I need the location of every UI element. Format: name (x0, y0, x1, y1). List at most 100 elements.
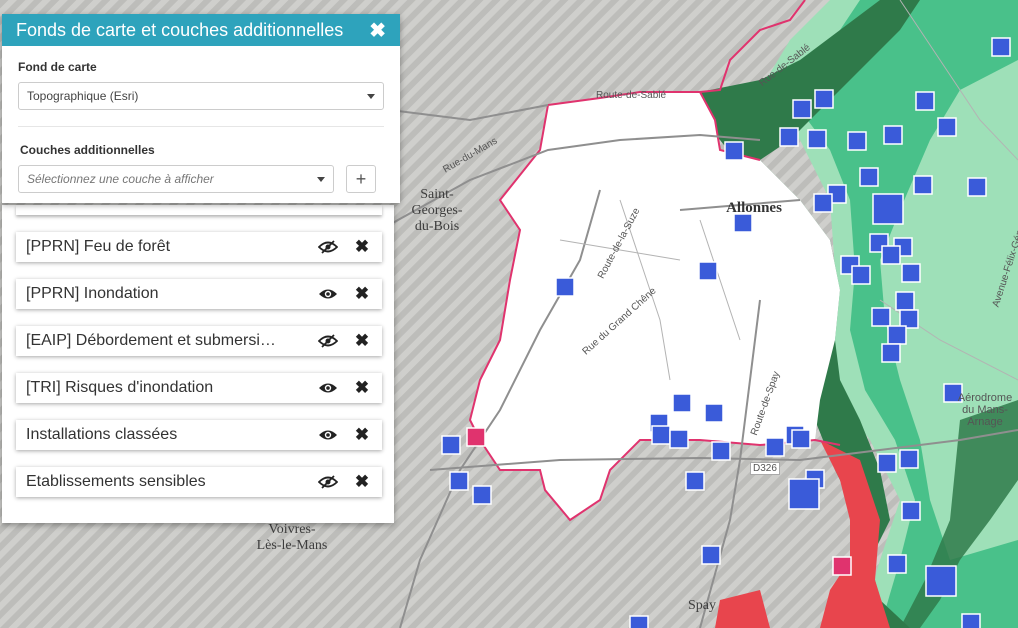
icpe-marker[interactable] (851, 265, 871, 285)
place-spay: Spay (688, 598, 716, 613)
icpe-marker[interactable] (685, 471, 705, 491)
icpe-marker[interactable] (967, 177, 987, 197)
road-label-d326: D326 (750, 462, 780, 475)
sensitive-marker[interactable] (832, 556, 852, 576)
place-line: Saint- (420, 187, 454, 202)
place-saint-georges: Saint- Georges- du-Bois (405, 187, 469, 235)
layer-name: Etablissements sensibles (26, 473, 206, 490)
icpe-marker[interactable] (698, 261, 718, 281)
remove-layer-icon[interactable]: ✖ (352, 284, 372, 303)
icpe-marker[interactable] (895, 291, 915, 311)
icpe-marker[interactable] (881, 245, 901, 265)
icpe-marker[interactable] (669, 429, 689, 449)
icpe-marker[interactable] (883, 125, 903, 145)
icpe-marker[interactable] (899, 449, 919, 469)
panel-title: Fonds de carte et couches additionnelles (16, 19, 344, 40)
layer-card-partial (16, 205, 382, 215)
panel-header: Fonds de carte et couches additionnelles… (2, 14, 400, 46)
add-layer-button[interactable]: + (346, 165, 376, 193)
layer-card: Etablissements sensibles ✖ (16, 467, 382, 497)
layer-select-placeholder: Sélectionnez une couche à afficher (27, 172, 214, 186)
icpe-marker[interactable] (871, 307, 891, 327)
place-line: Georges- (411, 203, 463, 218)
icpe-marker[interactable] (887, 325, 907, 345)
icpe-marker[interactable] (991, 37, 1011, 57)
close-icon[interactable]: ✖ (369, 18, 386, 43)
icpe-marker[interactable] (925, 565, 957, 597)
basemap-select-value: Topographique (Esri) (27, 89, 139, 103)
icpe-marker[interactable] (449, 471, 469, 491)
icpe-marker[interactable] (472, 485, 492, 505)
eye-icon[interactable] (318, 427, 338, 443)
icpe-marker[interactable] (441, 435, 461, 455)
layer-card: [PPRN] Inondation ✖ (16, 279, 382, 309)
panel-body: Fond de carte Topographique (Esri) Couch… (2, 46, 400, 203)
icpe-marker[interactable] (711, 441, 731, 461)
icpe-marker[interactable] (913, 175, 933, 195)
basemap-label: Fond de carte (18, 60, 97, 74)
layer-card: [TRI] Risques d'inondation ✖ (16, 373, 382, 403)
icpe-marker[interactable] (765, 437, 785, 457)
icpe-marker[interactable] (555, 277, 575, 297)
divider (18, 126, 384, 127)
icpe-marker[interactable] (937, 117, 957, 137)
layer-name: [PPRN] Inondation (26, 285, 159, 302)
layer-name: [TRI] Risques d'inondation (26, 379, 214, 396)
icpe-marker[interactable] (877, 453, 897, 473)
icpe-marker[interactable] (872, 193, 904, 225)
icpe-marker[interactable] (807, 129, 827, 149)
basemap-select[interactable]: Topographique (Esri) (18, 82, 384, 110)
icpe-marker[interactable] (961, 613, 981, 628)
place-line: du Mans- (962, 404, 1008, 416)
icpe-marker[interactable] (792, 99, 812, 119)
icpe-marker[interactable] (859, 167, 879, 187)
layer-card: [PPRN] Feu de forêt ✖ (16, 232, 382, 262)
basemap-panel: Fonds de carte et couches additionnelles… (2, 14, 400, 203)
remove-layer-icon[interactable]: ✖ (352, 237, 372, 256)
icpe-marker[interactable] (672, 393, 692, 413)
remove-layer-icon[interactable]: ✖ (352, 378, 372, 397)
eye-icon[interactable] (318, 286, 338, 302)
road-label-route-de-sable: Route-de-Sablé (596, 90, 667, 101)
icpe-marker[interactable] (629, 615, 649, 628)
eye-slash-icon[interactable] (318, 333, 338, 349)
icpe-marker[interactable] (901, 263, 921, 283)
layer-name: [EAIP] Débordement et submersi… (26, 332, 276, 349)
layer-select[interactable]: Sélectionnez une couche à afficher (18, 165, 334, 193)
place-line: Voivres- (268, 522, 316, 537)
icpe-marker[interactable] (814, 89, 834, 109)
layers-label: Couches additionnelles (20, 143, 155, 157)
eye-slash-icon[interactable] (318, 239, 338, 255)
place-allonnes: Allonnes (726, 200, 782, 216)
icpe-marker[interactable] (901, 501, 921, 521)
icpe-marker[interactable] (779, 127, 799, 147)
icpe-marker[interactable] (791, 429, 811, 449)
place-line: Lès-le-Mans (256, 538, 328, 553)
icpe-marker[interactable] (733, 213, 753, 233)
icpe-marker[interactable] (813, 193, 833, 213)
icpe-marker[interactable] (704, 403, 724, 423)
icpe-marker[interactable] (701, 545, 721, 565)
chevron-down-icon (367, 93, 375, 99)
place-aerodrome: Aérodrome du Mans- Arnage (954, 392, 1016, 428)
remove-layer-icon[interactable]: ✖ (352, 425, 372, 444)
layer-name: Installations classées (26, 426, 178, 443)
icpe-marker[interactable] (915, 91, 935, 111)
icpe-marker[interactable] (724, 141, 744, 161)
place-line: Aérodrome (957, 392, 1013, 404)
remove-layer-icon[interactable]: ✖ (352, 472, 372, 491)
remove-layer-icon[interactable]: ✖ (352, 331, 372, 350)
place-line: du-Bois (414, 219, 460, 234)
eye-icon[interactable] (318, 380, 338, 396)
place-voivres: Voivres- Lès-le-Mans (240, 522, 344, 554)
icpe-marker[interactable] (881, 343, 901, 363)
layer-card: [EAIP] Débordement et submersi… ✖ (16, 326, 382, 356)
icpe-marker[interactable] (788, 478, 820, 510)
icpe-marker[interactable] (847, 131, 867, 151)
sensitive-marker[interactable] (466, 427, 486, 447)
layer-name: [PPRN] Feu de forêt (26, 238, 171, 255)
icpe-marker[interactable] (887, 554, 907, 574)
eye-slash-icon[interactable] (318, 474, 338, 490)
place-line: Arnage (967, 416, 1003, 428)
icpe-marker[interactable] (651, 425, 671, 445)
